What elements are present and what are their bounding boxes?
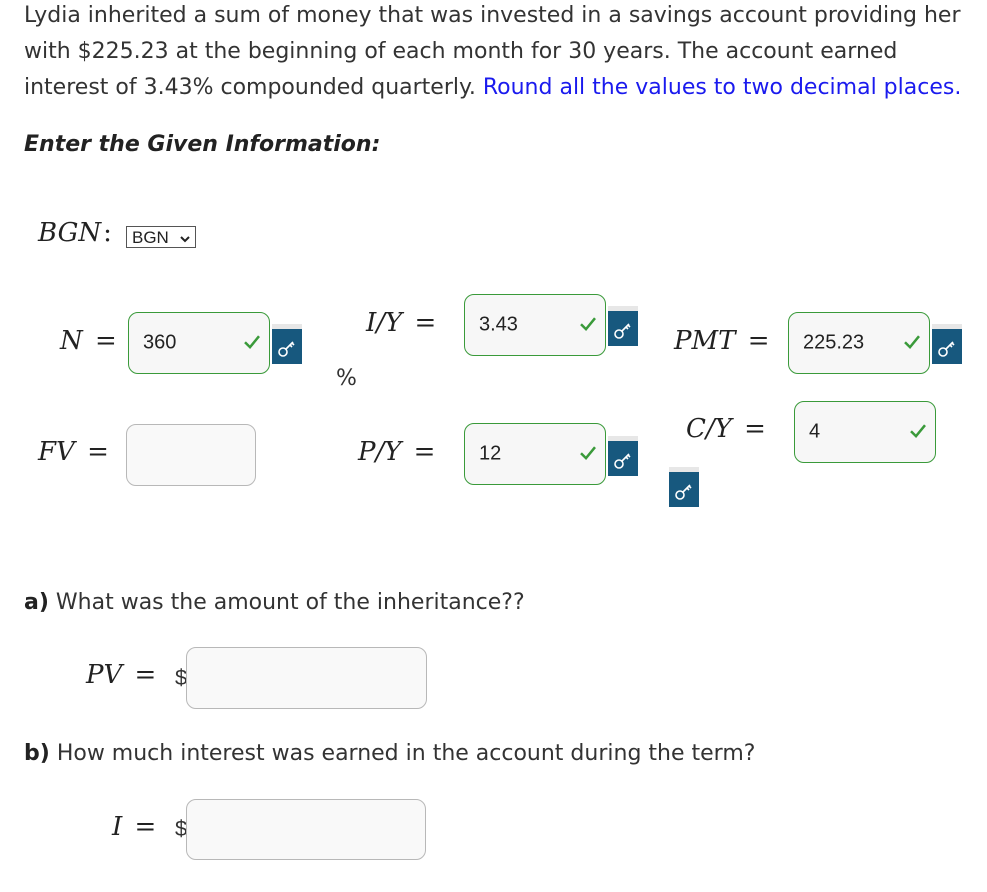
key-icon <box>938 341 955 357</box>
question-b: b) How much interest was earned in the a… <box>24 741 755 766</box>
iy-value: 3.43 <box>479 313 518 336</box>
n-value: 360 <box>143 331 177 354</box>
interest-input[interactable] <box>186 799 426 860</box>
bgn-select[interactable]: BGN <box>126 226 196 248</box>
bgn-selected-value: BGN <box>132 228 169 247</box>
question-a-text: What was the amount of the inheritance?? <box>55 590 525 615</box>
cy-input[interactable]: 4 <box>794 401 936 463</box>
key-icon <box>675 484 692 500</box>
check-icon <box>580 317 596 332</box>
check-icon <box>910 424 926 439</box>
question-b-text: How much interest was earned in the acco… <box>56 741 756 766</box>
pmt-key-button[interactable] <box>932 324 962 364</box>
py-key-button[interactable] <box>608 436 638 476</box>
question-b-letter: b) <box>24 741 50 766</box>
problem-statement: Lydia inherited a sum of money that was … <box>24 0 974 106</box>
py-value: 12 <box>479 442 502 465</box>
pmt-value: 225.23 <box>803 331 865 354</box>
iy-input[interactable]: 3.43 <box>464 294 606 356</box>
interest-label: I = <box>112 812 157 842</box>
check-icon <box>580 446 596 461</box>
percent-unit: % <box>336 366 357 391</box>
fv-label: FV = <box>38 437 109 467</box>
n-input[interactable]: 360 <box>128 312 270 374</box>
py-input[interactable]: 12 <box>464 423 606 485</box>
cy-label: C/Y = <box>686 414 766 444</box>
key-icon <box>614 323 631 339</box>
question-a: a) What was the amount of the inheritanc… <box>24 590 525 615</box>
n-key-button[interactable] <box>272 324 302 364</box>
iy-label: I/Y = <box>366 308 437 338</box>
pv-label: PV = <box>86 660 157 690</box>
pv-input[interactable] <box>186 647 427 709</box>
check-icon <box>244 335 260 350</box>
question-a-letter: a) <box>24 590 49 615</box>
py-label: P/Y = <box>358 437 436 467</box>
fv-input[interactable] <box>126 424 256 486</box>
bgn-label: BGN: <box>38 218 112 248</box>
pmt-label: PMT = <box>674 326 770 356</box>
key-icon <box>614 453 631 469</box>
key-icon <box>278 341 295 357</box>
cy-value: 4 <box>809 420 821 443</box>
check-icon <box>904 335 920 350</box>
n-label: N = <box>60 326 117 356</box>
cy-key-button[interactable] <box>669 467 699 507</box>
pmt-input[interactable]: 225.23 <box>788 312 930 374</box>
given-info-title: Enter the Given Information: <box>24 132 381 157</box>
chevron-down-icon <box>179 230 191 252</box>
iy-key-button[interactable] <box>608 306 638 346</box>
round-note: Round all the values to two decimal plac… <box>482 75 962 100</box>
